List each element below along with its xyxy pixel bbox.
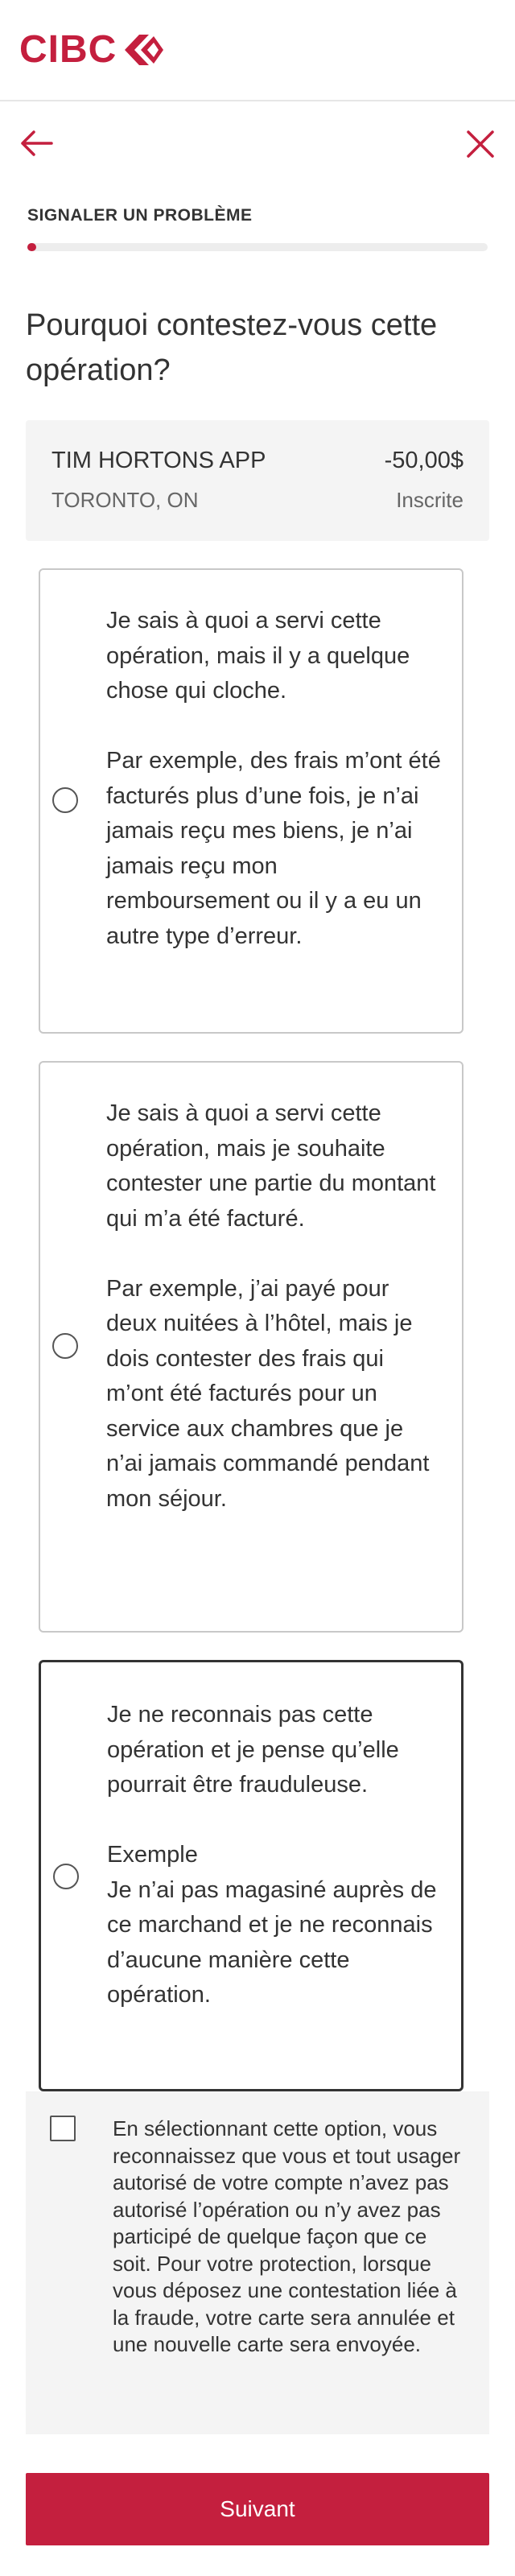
close-icon[interactable] — [465, 129, 496, 159]
dispute-option-fraud[interactable]: Je ne reconnais pas cette opération et j… — [39, 1660, 464, 2091]
transaction-card: TIM HORTONS APP -50,00$ TORONTO, ON Insc… — [26, 420, 489, 541]
cibc-diamond-logo-icon — [125, 35, 164, 65]
dispute-option-partial[interactable]: Je sais à quoi a servi cette opération, … — [39, 1061, 464, 1633]
option-description: Je sais à quoi a servi cette opération, … — [106, 608, 410, 704]
option-example-title: Exemple — [107, 1842, 198, 1868]
fraud-consent-panel: En sélectionnant cette option, vous reco… — [26, 2091, 489, 2434]
consent-text: En sélectionnant cette option, vous reco… — [113, 2116, 461, 2356]
transaction-amount: -50,00$ — [384, 448, 464, 473]
next-button[interactable]: Suivant — [26, 2473, 489, 2545]
logo-text: CIBC — [19, 28, 117, 71]
option-example: Par exemple, des frais m’ont été facturé… — [106, 748, 441, 949]
progress-bar — [27, 243, 488, 251]
transaction-merchant: TIM HORTONS APP — [52, 448, 266, 473]
radio-button[interactable] — [52, 787, 78, 813]
option-description: Je sais à quoi a servi cette opération, … — [106, 1100, 436, 1232]
radio-button[interactable] — [53, 1864, 79, 1889]
option-example: Je n’ai pas magasiné auprès de ce marcha… — [107, 1876, 437, 2008]
nav-row — [0, 101, 515, 182]
app-header: CIBC — [0, 0, 515, 101]
consent-checkbox[interactable] — [50, 2116, 76, 2141]
option-description: Je ne reconnais pas cette opération et j… — [107, 1702, 399, 1798]
arrow-left-icon[interactable] — [18, 129, 55, 158]
step-title: SIGNALER UN PROBLÈME — [27, 206, 253, 225]
progress-fill — [27, 243, 36, 251]
page-title: Pourquoi contestez-vous cette opération? — [26, 308, 438, 387]
transaction-location: TORONTO, ON — [52, 488, 199, 512]
cibc-logo: CIBC — [19, 27, 167, 72]
transaction-status: Inscrite — [396, 488, 464, 512]
option-example: Par exemple, j’ai payé pour deux nuitées… — [106, 1275, 430, 1512]
radio-button[interactable] — [52, 1333, 78, 1359]
dispute-option-error[interactable]: Je sais à quoi a servi cette opération, … — [39, 568, 464, 1034]
